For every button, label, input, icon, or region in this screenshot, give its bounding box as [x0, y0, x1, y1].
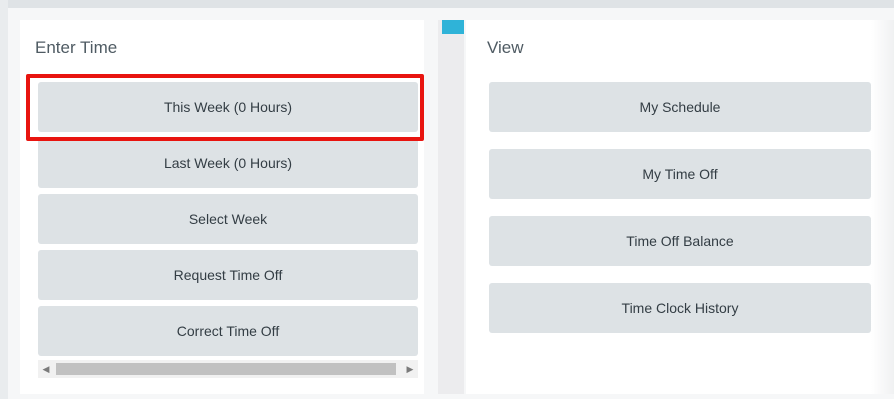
- horizontal-scrollbar[interactable]: ◀ ▶: [38, 360, 418, 378]
- request-time-off-button[interactable]: Request Time Off: [38, 250, 418, 300]
- correct-time-off-button[interactable]: Correct Time Off: [38, 306, 418, 356]
- time-clock-history-button[interactable]: Time Clock History: [489, 283, 871, 333]
- this-week-button[interactable]: This Week (0 Hours): [38, 82, 418, 132]
- my-schedule-button[interactable]: My Schedule: [489, 82, 871, 132]
- my-time-off-button[interactable]: My Time Off: [489, 149, 871, 199]
- scroll-left-arrow-icon[interactable]: ◀: [38, 360, 54, 378]
- panel-divider: [438, 20, 464, 394]
- view-title: View: [487, 38, 524, 57]
- last-week-button[interactable]: Last Week (0 Hours): [38, 138, 418, 188]
- time-off-balance-button[interactable]: Time Off Balance: [489, 216, 871, 266]
- right-edge-fade: [871, 20, 894, 394]
- select-week-button[interactable]: Select Week: [38, 194, 418, 244]
- scrollbar-thumb[interactable]: [56, 363, 396, 375]
- top-edge: [8, 0, 894, 8]
- divider-accent-marker: [442, 20, 464, 34]
- scroll-right-arrow-icon[interactable]: ▶: [402, 360, 418, 378]
- view-panel: [466, 20, 894, 394]
- enter-time-title: Enter Time: [35, 38, 118, 57]
